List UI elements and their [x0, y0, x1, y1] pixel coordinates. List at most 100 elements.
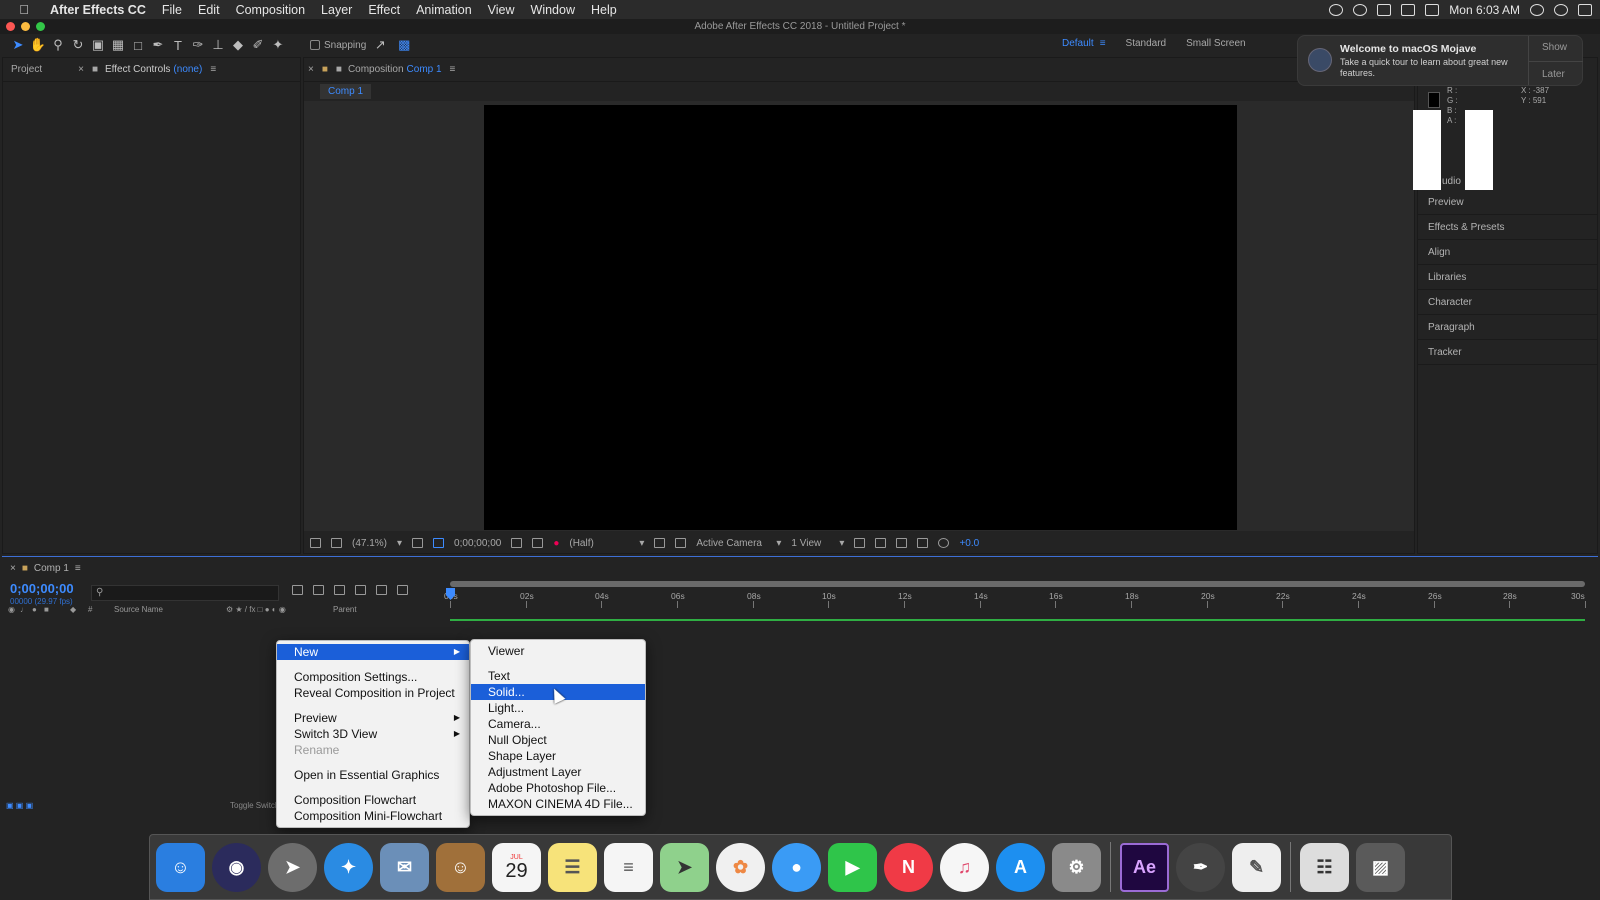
panel-menu-icon[interactable]: ≡ [450, 64, 456, 75]
time-ruler[interactable]: 00s02s04s06s08s10s12s14s16s18s20s22s24s2… [444, 575, 1586, 621]
facetime-icon[interactable]: ▶ [828, 842, 877, 892]
menu-window[interactable]: Window [523, 3, 583, 17]
roto-brush-tool-icon[interactable]: ✐ [248, 36, 268, 54]
work-area-bar[interactable] [450, 581, 1585, 587]
chevron-down-icon[interactable]: ▾ [839, 538, 844, 549]
zoom-tool-icon[interactable]: ⚲ [48, 36, 68, 54]
snapping-checkbox[interactable] [310, 40, 320, 50]
transparency-grid-icon[interactable] [675, 538, 687, 548]
launchpad-icon[interactable]: ➤ [268, 842, 317, 892]
menu-item-viewer[interactable]: Viewer [471, 643, 645, 659]
timeline-tab-name[interactable]: Comp 1 [34, 563, 69, 574]
reset-exposure-icon[interactable] [938, 538, 950, 548]
notification-show-button[interactable]: Show [1542, 42, 1567, 53]
exposure-value[interactable]: +0.0 [959, 538, 979, 549]
system-preferences-icon[interactable]: ⚙ [1052, 842, 1101, 892]
close-comp-tab-icon[interactable]: × [308, 64, 314, 75]
menu-clock[interactable]: Mon 6:03 AM [1449, 3, 1520, 17]
timeline-current-time[interactable]: 0;00;00;00 [10, 581, 74, 596]
menu-item-camera[interactable]: Camera... [471, 716, 645, 732]
menu-effect[interactable]: Effect [360, 3, 408, 17]
snap-edges-icon[interactable]: ↗ [370, 36, 390, 54]
panel-character[interactable]: Character [1418, 290, 1597, 315]
panel-menu-icon[interactable]: ≡ [210, 64, 216, 75]
menu-item-null-object[interactable]: Null Object [471, 732, 645, 748]
apple-menu-icon[interactable]:  [16, 2, 32, 17]
close-timeline-tab-icon[interactable]: × [10, 563, 16, 574]
comp-breadcrumb[interactable]: Comp 1 [320, 83, 372, 99]
close-window-button[interactable] [6, 22, 15, 31]
always-preview-icon[interactable] [310, 538, 321, 548]
zoom-window-button[interactable] [36, 22, 45, 31]
type-tool-icon[interactable]: T [168, 36, 188, 54]
snapping-toggle[interactable]: Snapping ↗ ▩ [310, 36, 414, 54]
record-icon[interactable] [1329, 3, 1344, 16]
clone-stamp-tool-icon[interactable]: ⊥ [208, 36, 228, 54]
macos-notification[interactable]: Welcome to macOS Mojave Take a quick tou… [1297, 35, 1583, 86]
menu-app-name[interactable]: After Effects CC [42, 3, 154, 17]
video-toggle-icon[interactable]: ◉ [8, 605, 15, 614]
hand-tool-icon[interactable]: ✋ [28, 36, 48, 54]
menu-item-shape-layer[interactable]: Shape Layer [471, 748, 645, 764]
puppet-pin-tool-icon[interactable]: ✦ [268, 36, 288, 54]
menu-file[interactable]: File [154, 3, 190, 17]
messages-icon[interactable]: ● [772, 842, 821, 892]
panel-effects-presets[interactable]: Effects & Presets [1418, 215, 1597, 240]
menu-item-reveal-composition[interactable]: Reveal Composition in Project [277, 685, 469, 701]
menu-item-adjustment-layer[interactable]: Adjustment Layer [471, 764, 645, 780]
chevron-down-icon[interactable]: ▾ [397, 538, 402, 549]
chevron-down-icon[interactable]: ▾ [639, 538, 644, 549]
itunes-icon[interactable]: ♫ [940, 842, 989, 892]
rotation-tool-icon[interactable]: ↻ [68, 36, 88, 54]
nvidia-icon[interactable] [1377, 3, 1392, 16]
menu-layer[interactable]: Layer [313, 3, 360, 17]
news-icon[interactable]: N [884, 842, 933, 892]
title-safe-icon[interactable] [412, 538, 424, 548]
show-snapshot-icon[interactable] [532, 538, 544, 548]
panel-menu-icon[interactable]: ≡ [75, 563, 81, 574]
close-tab-icon[interactable]: × [78, 64, 84, 75]
timeline-footer-icons[interactable]: ▣ ▣ ▣ [6, 801, 33, 810]
frame-blending-icon[interactable] [355, 585, 366, 595]
label-column-icon[interactable]: ◆ [70, 605, 76, 614]
pen-tool-icon[interactable]: ✒ [148, 36, 168, 54]
lock-icon[interactable]: ■ [92, 64, 98, 75]
timeline-icon[interactable] [896, 538, 908, 548]
audio-panel-label[interactable]: udio [1442, 176, 1461, 187]
menu-item-photoshop-file[interactable]: Adobe Photoshop File... [471, 780, 645, 796]
menu-help[interactable]: Help [583, 3, 625, 17]
toggle-pixel-aspect-icon[interactable] [854, 538, 866, 548]
menu-item-open-essential-graphics[interactable]: Open in Essential Graphics [277, 767, 469, 783]
menu-view[interactable]: View [480, 3, 523, 17]
notification-later-button[interactable]: Later [1542, 69, 1565, 80]
column-source-name[interactable]: Source Name [114, 605, 163, 614]
rectangle-tool-icon[interactable]: □ [128, 36, 148, 54]
lock-icon[interactable]: ■ [336, 64, 342, 75]
siri-icon[interactable] [1554, 3, 1568, 16]
eraser-tool-icon[interactable]: ◆ [228, 36, 248, 54]
fast-previews-icon[interactable] [875, 538, 887, 548]
camera-tool-icon[interactable]: ▣ [88, 36, 108, 54]
menu-item-new[interactable]: New ▶ [277, 644, 469, 660]
composition-tab-name[interactable]: Comp 1 [407, 64, 442, 75]
camera-dropdown[interactable]: Active Camera [696, 538, 766, 549]
minimize-window-button[interactable] [21, 22, 30, 31]
snap-features-icon[interactable]: ▩ [394, 36, 414, 54]
timeline-search-input[interactable]: ⚲ [91, 585, 279, 601]
siri-icon[interactable]: ◉ [212, 842, 261, 892]
menu-item-composition-settings[interactable]: Composition Settings... [277, 669, 469, 685]
menu-item-switch-3d-view[interactable]: Switch 3D View ▶ [277, 726, 469, 742]
composition-canvas[interactable] [484, 105, 1237, 530]
textedit-icon[interactable]: ✎ [1232, 842, 1281, 892]
draft-3d-icon[interactable] [313, 585, 324, 595]
pan-behind-tool-icon[interactable]: ▦ [108, 36, 128, 54]
region-of-interest-icon[interactable] [654, 538, 666, 548]
spotlight-search-icon[interactable] [1530, 3, 1544, 16]
chevron-down-icon[interactable]: ▾ [776, 538, 781, 549]
maps-icon[interactable]: ➤ [660, 842, 709, 892]
volume-icon[interactable] [1425, 3, 1440, 16]
menu-item-composition-mini-flowchart[interactable]: Composition Mini-Flowchart [277, 808, 469, 824]
menu-edit[interactable]: Edit [190, 3, 228, 17]
lock-toggle-icon[interactable]: ■ [44, 605, 49, 614]
menu-item-preview[interactable]: Preview ▶ [277, 710, 469, 726]
